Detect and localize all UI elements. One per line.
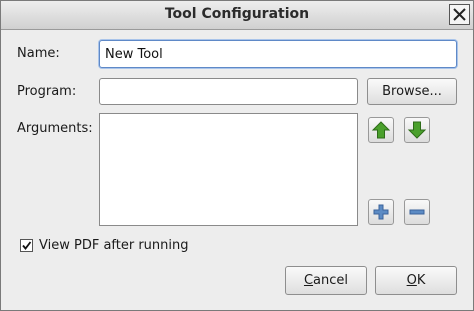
view-pdf-checkbox[interactable] xyxy=(20,239,33,252)
program-field[interactable] xyxy=(99,78,358,105)
close-icon xyxy=(453,8,466,21)
name-label: Name: xyxy=(17,46,60,61)
ok-button[interactable]: OK xyxy=(375,266,457,295)
close-button[interactable] xyxy=(449,4,470,25)
browse-button[interactable]: Browse... xyxy=(367,78,457,105)
arguments-list[interactable] xyxy=(99,113,358,226)
move-down-button[interactable] xyxy=(404,117,430,143)
add-argument-button[interactable] xyxy=(368,199,394,225)
checkmark-icon xyxy=(22,241,32,250)
cancel-button[interactable]: Cancel xyxy=(285,266,367,295)
arrow-up-icon xyxy=(371,121,391,139)
name-field[interactable] xyxy=(99,40,457,68)
ok-mnemonic: O xyxy=(406,273,417,288)
tool-configuration-dialog: Tool Configuration Name: Program: Browse… xyxy=(0,0,474,311)
program-input[interactable] xyxy=(100,79,357,104)
title-bar[interactable]: Tool Configuration xyxy=(1,1,473,30)
cancel-mnemonic: C xyxy=(303,273,314,288)
window-title: Tool Configuration xyxy=(164,6,310,22)
ok-label-rest: K xyxy=(416,273,426,288)
minus-icon xyxy=(409,209,425,215)
plus-icon xyxy=(373,204,389,220)
arrow-down-icon xyxy=(407,121,427,139)
cancel-label-rest: ancel xyxy=(313,273,349,288)
program-label: Program: xyxy=(17,84,77,99)
view-pdf-label[interactable]: View PDF after running xyxy=(39,238,189,253)
move-up-button[interactable] xyxy=(368,117,394,143)
name-input[interactable] xyxy=(100,41,456,67)
arguments-label: Arguments: xyxy=(17,121,93,136)
remove-argument-button[interactable] xyxy=(404,199,430,225)
browse-button-label: Browse... xyxy=(382,84,442,99)
